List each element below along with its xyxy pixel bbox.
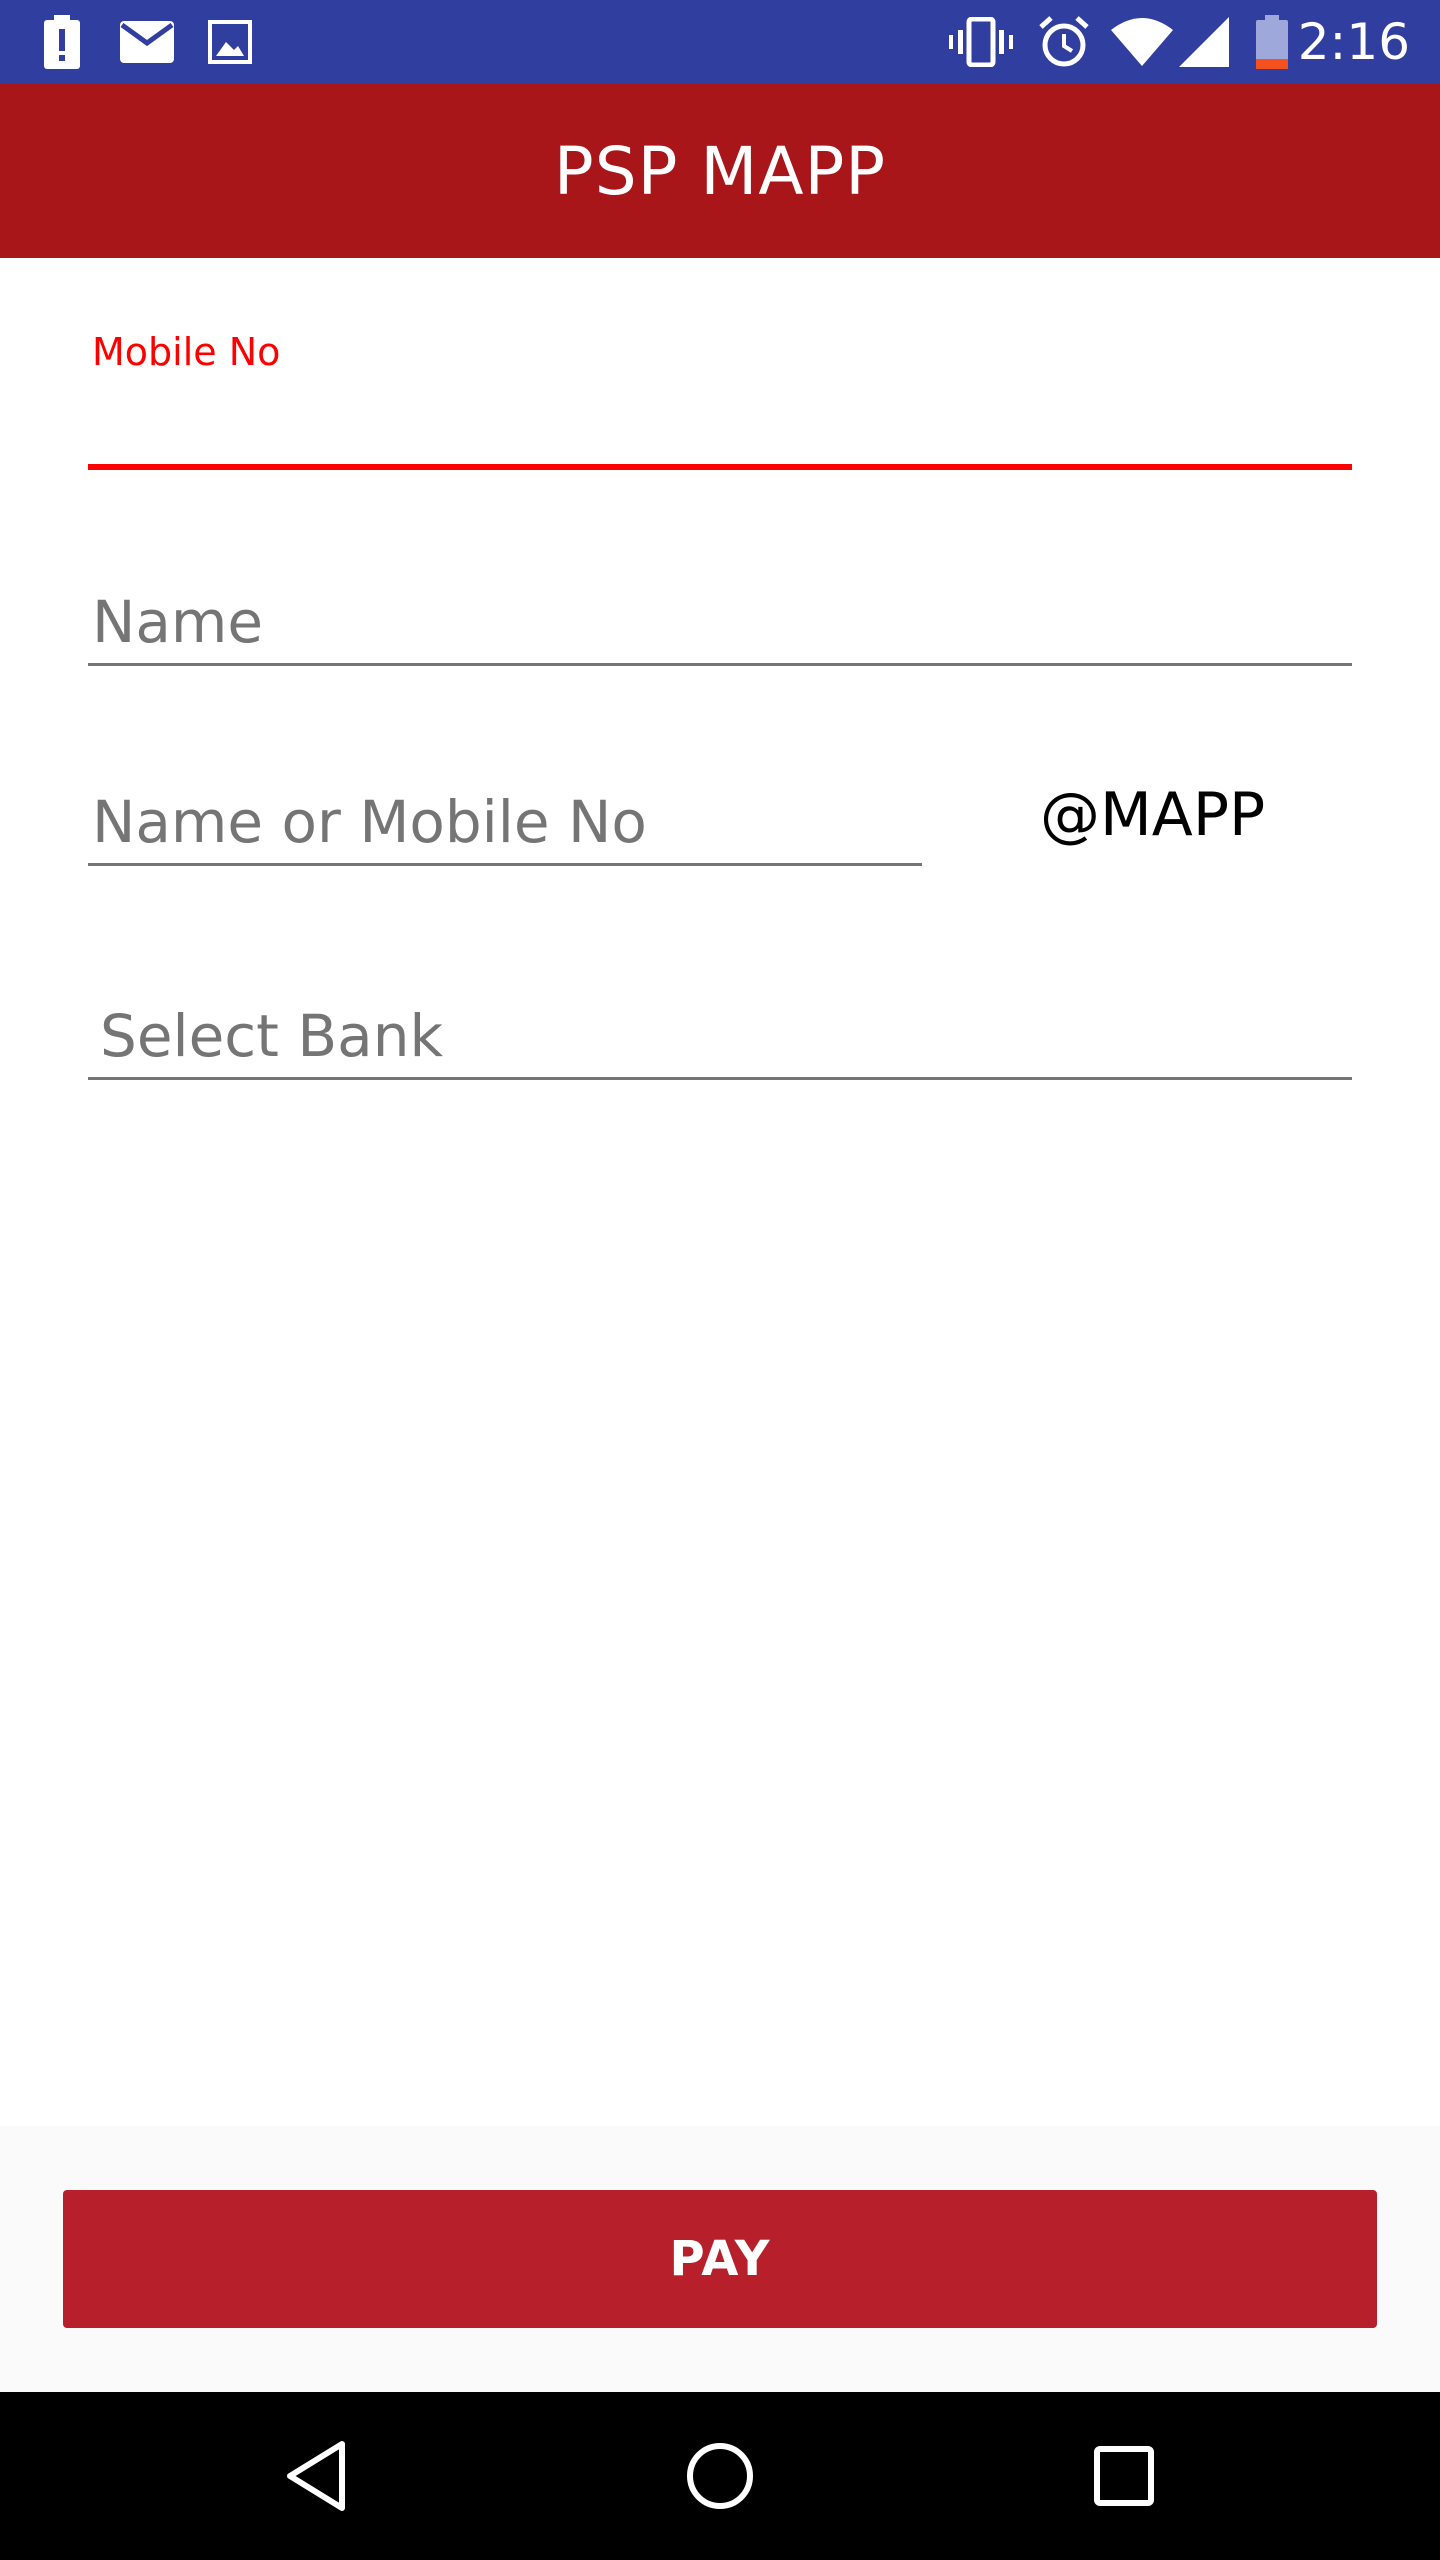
signal-icon [1178, 14, 1230, 70]
bank-underline [88, 1077, 1352, 1080]
mobile-underline [88, 464, 1352, 470]
navigation-bar [0, 2392, 1440, 2560]
back-icon[interactable] [266, 2426, 366, 2526]
mobile-label: Mobile No [92, 330, 281, 374]
vpa-input[interactable] [92, 788, 918, 856]
battery-icon [1254, 14, 1290, 70]
pay-button[interactable]: PAY [63, 2190, 1377, 2328]
name-underline [88, 663, 1352, 666]
bank-select[interactable]: Select Bank [88, 990, 1352, 1080]
app-title: PSP MAPP [553, 132, 887, 210]
recents-icon[interactable] [1074, 2426, 1174, 2526]
battery-alert-icon [40, 14, 84, 70]
image-icon [206, 14, 254, 70]
mobile-field[interactable]: Mobile No [88, 330, 1352, 470]
wifi-icon [1110, 14, 1174, 70]
vpa-suffix: @MAPP [1040, 780, 1266, 850]
screen: 2:16 PSP MAPP Mobile No @MAPP Select Ban… [0, 0, 1440, 2560]
bank-select-placeholder: Select Bank [100, 1002, 444, 1070]
status-time: 2:16 [1297, 13, 1410, 71]
name-input[interactable] [92, 588, 1348, 656]
vibrate-icon [948, 14, 1014, 70]
mobile-input[interactable] [92, 392, 1348, 460]
vpa-underline [88, 863, 922, 866]
app-bar: PSP MAPP [0, 84, 1440, 258]
vpa-field[interactable] [88, 770, 922, 866]
mail-icon [118, 14, 176, 70]
name-field[interactable] [88, 570, 1352, 666]
status-bar: 2:16 [0, 0, 1440, 84]
alarm-icon [1036, 14, 1092, 70]
home-icon[interactable] [670, 2426, 770, 2526]
